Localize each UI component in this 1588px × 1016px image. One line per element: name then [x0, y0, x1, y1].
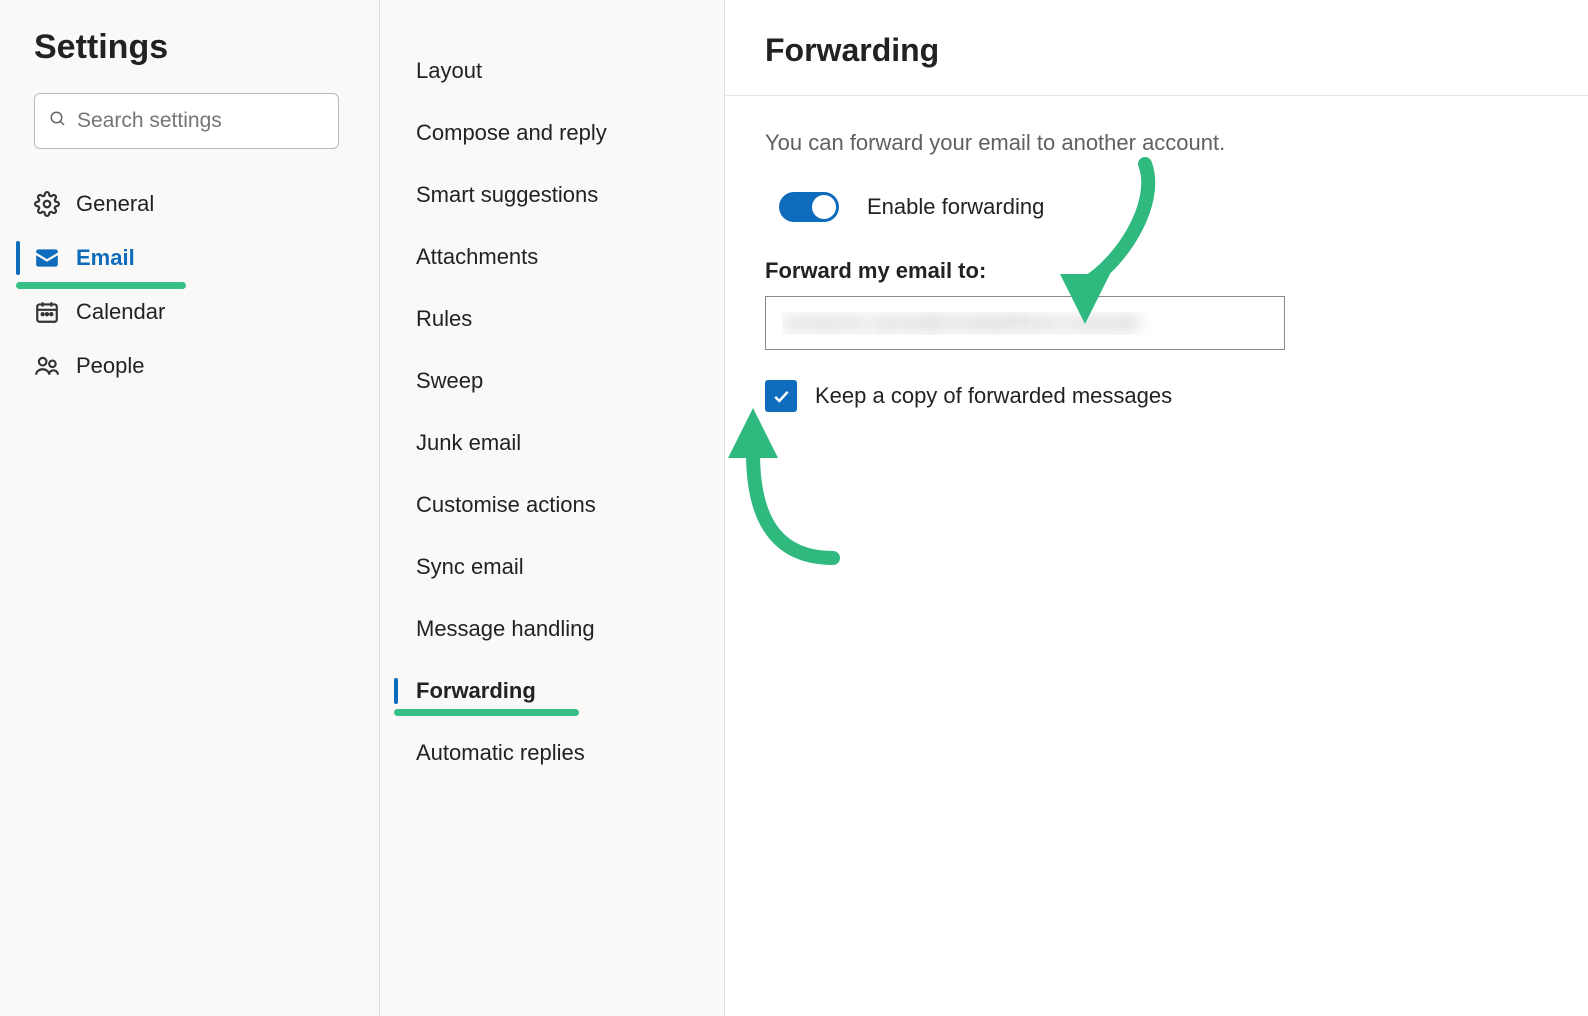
enable-forwarding-toggle[interactable]	[779, 192, 839, 222]
subnav-item-sync[interactable]: Sync email	[416, 536, 698, 598]
annotation-arrow-up-icon	[713, 408, 853, 578]
sidebar-item-label: People	[76, 353, 145, 379]
enable-forwarding-row: Enable forwarding	[779, 192, 1548, 222]
page-title: Settings	[34, 28, 359, 67]
keep-copy-label: Keep a copy of forwarded messages	[815, 383, 1172, 409]
subnav-item-compose[interactable]: Compose and reply	[416, 102, 698, 164]
search-input[interactable]	[77, 109, 324, 133]
email-settings-subnav: Layout Compose and reply Smart suggestio…	[380, 0, 725, 1016]
subnav-item-attachments[interactable]: Attachments	[416, 226, 698, 288]
forwarding-panel: Forwarding You can forward your email to…	[725, 0, 1588, 1016]
keep-copy-checkbox[interactable]	[765, 380, 797, 412]
divider	[725, 95, 1588, 96]
subnav-item-autoreplies[interactable]: Automatic replies	[416, 722, 698, 784]
subnav-item-rules[interactable]: Rules	[416, 288, 698, 350]
calendar-icon	[34, 299, 60, 325]
sidebar-item-label: Calendar	[76, 299, 165, 325]
section-description: You can forward your email to another ac…	[765, 130, 1548, 156]
people-icon	[34, 353, 60, 379]
forward-to-label: Forward my email to:	[765, 258, 1548, 284]
sidebar-item-label: General	[76, 191, 154, 217]
subnav-item-sweep[interactable]: Sweep	[416, 350, 698, 412]
gear-icon	[34, 191, 60, 217]
subnav-item-layout[interactable]: Layout	[416, 40, 698, 102]
sidebar-item-calendar[interactable]: Calendar	[34, 285, 359, 339]
keep-copy-row: Keep a copy of forwarded messages	[765, 380, 1548, 412]
subnav-item-handling[interactable]: Message handling	[416, 598, 698, 660]
mail-icon	[34, 245, 60, 271]
subnav-item-customise[interactable]: Customise actions	[416, 474, 698, 536]
annotation-highlight	[394, 709, 579, 716]
settings-search[interactable]	[34, 93, 339, 149]
subnav-item-smart[interactable]: Smart suggestions	[416, 164, 698, 226]
sidebar-item-email[interactable]: Email	[34, 231, 359, 285]
sidebar-item-general[interactable]: General	[34, 177, 359, 231]
settings-sidebar: Settings General Email Calendar People	[0, 0, 380, 1016]
subnav-item-forwarding[interactable]: Forwarding	[416, 660, 698, 722]
section-title: Forwarding	[765, 32, 1548, 69]
search-icon	[49, 110, 67, 133]
enable-forwarding-label: Enable forwarding	[867, 194, 1044, 220]
forward-to-input[interactable]	[765, 296, 1285, 350]
sidebar-item-people[interactable]: People	[34, 339, 359, 393]
sidebar-item-label: Email	[76, 245, 135, 271]
subnav-item-junk[interactable]: Junk email	[416, 412, 698, 474]
